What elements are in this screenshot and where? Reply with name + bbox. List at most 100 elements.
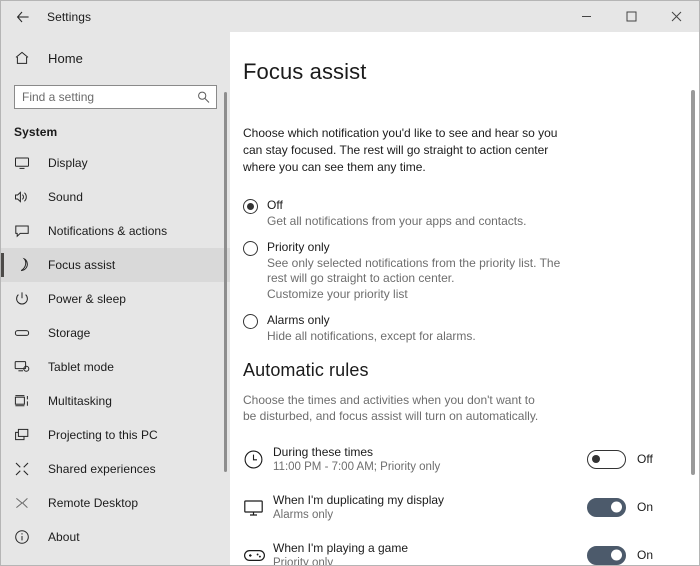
tablet-icon xyxy=(14,359,39,375)
rule-playing-a-game[interactable]: When I'm playing a game Priority only On xyxy=(243,536,669,565)
sidebar-item-label: Multitasking xyxy=(48,394,112,408)
sidebar: Home System xyxy=(1,32,230,565)
sidebar-item-tablet-mode[interactable]: Tablet mode xyxy=(1,350,230,384)
content-scrollbar-thumb[interactable] xyxy=(691,90,695,475)
minimize-icon xyxy=(581,11,592,22)
rule-toggle-wrap: Off xyxy=(587,449,669,469)
toggle-state-label: On xyxy=(637,548,654,562)
radio-label: Off xyxy=(267,198,283,212)
rule-subtitle: Alarms only xyxy=(273,508,334,521)
sidebar-item-notifications[interactable]: Notifications & actions xyxy=(1,214,230,248)
radio-description: See only selected notifications from the… xyxy=(267,256,561,285)
sidebar-item-display[interactable]: Display xyxy=(1,146,230,180)
focus-mode-radio-group: Off Get all notifications from your apps… xyxy=(243,197,669,344)
radio-description: Get all notifications from your apps and… xyxy=(267,214,527,228)
radio-body: Alarms only Hide all notifications, exce… xyxy=(267,312,669,344)
window-title: Settings xyxy=(47,9,92,24)
radio-mark[interactable] xyxy=(243,199,258,214)
radio-option-off[interactable]: Off Get all notifications from your apps… xyxy=(243,197,669,229)
window-body: Home System xyxy=(1,32,699,565)
sidebar-item-label: Notifications & actions xyxy=(48,224,168,238)
sidebar-item-shared-experiences[interactable]: Shared experiences xyxy=(1,452,230,486)
toggle-duplicating-display[interactable] xyxy=(587,497,626,517)
title-bar: Settings xyxy=(1,1,699,32)
projecting-icon xyxy=(14,427,39,443)
minimize-button[interactable] xyxy=(564,1,609,32)
content-inner: Focus assist Choose which notification y… xyxy=(230,32,699,565)
rule-during-these-times[interactable]: During these times 11:00 PM - 7:00 AM; P… xyxy=(243,440,669,478)
rule-toggle-wrap: On xyxy=(587,497,669,517)
sidebar-item-about[interactable]: About xyxy=(1,520,230,554)
settings-window: Settings Home Find a setting System Disp… xyxy=(0,0,700,566)
maximize-button[interactable] xyxy=(609,1,654,32)
maximize-icon xyxy=(626,11,637,22)
rule-title: During these times xyxy=(273,444,374,459)
sidebar-item-label: Remote Desktop xyxy=(48,496,139,510)
sidebar-item-focus-assist[interactable]: Focus assist xyxy=(1,248,230,282)
window-controls xyxy=(564,1,699,32)
intro-text: Choose which notification you'd like to … xyxy=(243,126,558,174)
monitor-icon xyxy=(243,497,273,518)
rule-subtitle: Priority only xyxy=(273,556,334,566)
radio-mark[interactable] xyxy=(243,314,258,329)
speaker-icon xyxy=(14,189,39,205)
toggle-state-label: Off xyxy=(637,452,653,466)
radio-option-alarms-only[interactable]: Alarms only Hide all notifications, exce… xyxy=(243,312,669,344)
content-scrollbar[interactable] xyxy=(691,32,695,565)
sidebar-item-sound[interactable]: Sound xyxy=(1,180,230,214)
sidebar-item-home[interactable]: Home xyxy=(1,39,230,77)
rule-duplicating-display[interactable]: When I'm duplicating my display Alarms o… xyxy=(243,488,669,526)
sidebar-item-label: Storage xyxy=(48,326,91,340)
sidebar-item-label: Tablet mode xyxy=(48,360,114,374)
toggle-playing-a-game[interactable] xyxy=(587,545,626,565)
page-title: Focus assist xyxy=(243,59,367,84)
search-box[interactable] xyxy=(14,85,217,109)
toggle-knob xyxy=(611,501,622,513)
toggle-during-these-times[interactable] xyxy=(587,449,626,469)
sidebar-item-storage[interactable]: Storage xyxy=(1,316,230,350)
monitor-icon xyxy=(14,155,39,171)
sidebar-scrollbar-thumb[interactable] xyxy=(224,92,227,472)
sidebar-scrollbar[interactable] xyxy=(224,32,227,565)
power-icon xyxy=(14,291,39,307)
toggle-state-label: On xyxy=(637,500,654,514)
shared-icon xyxy=(14,461,39,477)
back-button[interactable] xyxy=(1,1,45,32)
search-input[interactable] xyxy=(15,86,216,108)
info-icon xyxy=(14,529,39,545)
sidebar-item-label: Shared experiences xyxy=(48,462,156,476)
clock-icon xyxy=(243,449,273,470)
sidebar-item-remote-desktop[interactable]: Remote Desktop xyxy=(1,486,230,520)
moon-icon xyxy=(14,257,39,273)
search-container xyxy=(1,79,230,119)
search-icon[interactable] xyxy=(197,91,210,104)
rule-text: When I'm playing a game Priority only xyxy=(273,540,587,566)
radio-body: Priority only See only selected notifica… xyxy=(267,239,669,302)
home-icon xyxy=(14,50,39,66)
content-pane: Focus assist Choose which notification y… xyxy=(230,32,699,565)
radio-option-priority-only[interactable]: Priority only See only selected notifica… xyxy=(243,239,669,302)
rule-text: During these times 11:00 PM - 7:00 AM; P… xyxy=(273,444,587,475)
sidebar-item-label: Display xyxy=(48,156,88,170)
radio-mark[interactable] xyxy=(243,241,258,256)
sidebar-item-power-sleep[interactable]: Power & sleep xyxy=(1,282,230,316)
close-button[interactable] xyxy=(654,1,699,32)
title-bar-left: Settings xyxy=(1,1,564,32)
sidebar-item-projecting[interactable]: Projecting to this PC xyxy=(1,418,230,452)
multitasking-icon xyxy=(14,393,39,409)
sidebar-item-label: Focus assist xyxy=(48,258,116,272)
sidebar-item-multitasking[interactable]: Multitasking xyxy=(1,384,230,418)
storage-icon xyxy=(14,325,39,341)
customize-priority-list-link[interactable]: Customize your priority list xyxy=(267,287,669,302)
gamepad-icon xyxy=(243,545,273,566)
radio-body: Off Get all notifications from your apps… xyxy=(267,197,669,229)
close-icon xyxy=(671,11,682,22)
automatic-rules-description: Choose the times and activities when you… xyxy=(243,393,539,423)
sidebar-group-title: System xyxy=(14,125,58,139)
back-arrow-icon xyxy=(16,10,30,24)
rule-toggle-wrap: On xyxy=(587,545,669,565)
radio-label: Alarms only xyxy=(267,313,330,327)
sidebar-item-label: About xyxy=(48,530,80,544)
radio-description: Hide all notifications, except for alarm… xyxy=(267,329,476,343)
sidebar-scroll-area: Home System xyxy=(1,32,230,565)
